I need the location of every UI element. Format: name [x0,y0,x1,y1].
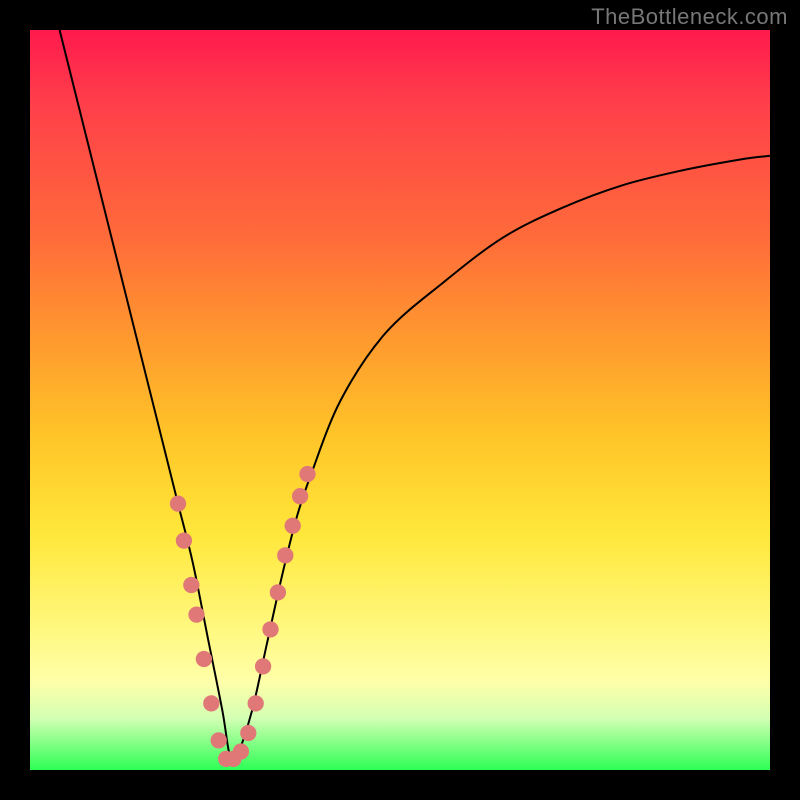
bead-marker [262,621,278,637]
bead-marker [218,751,234,767]
bead-group [170,466,316,767]
bead-marker [233,743,249,759]
bead-marker [176,532,192,548]
bead-marker [196,651,212,667]
bead-marker [170,495,186,511]
outer-frame: TheBottleneck.com [0,0,800,800]
bead-marker [203,695,219,711]
plot-area [30,30,770,770]
bead-marker [188,606,204,622]
bead-marker [270,584,286,600]
bead-marker [183,577,199,593]
bead-marker [211,732,227,748]
bead-marker [255,658,271,674]
bead-marker [299,466,315,482]
watermark-text: TheBottleneck.com [591,4,788,30]
chart-svg [30,30,770,770]
bead-marker [292,488,308,504]
bottleneck-curve [60,30,770,761]
bead-marker [225,751,241,767]
bead-marker [248,695,264,711]
bead-marker [285,518,301,534]
bead-marker [240,725,256,741]
bead-marker [277,547,293,563]
